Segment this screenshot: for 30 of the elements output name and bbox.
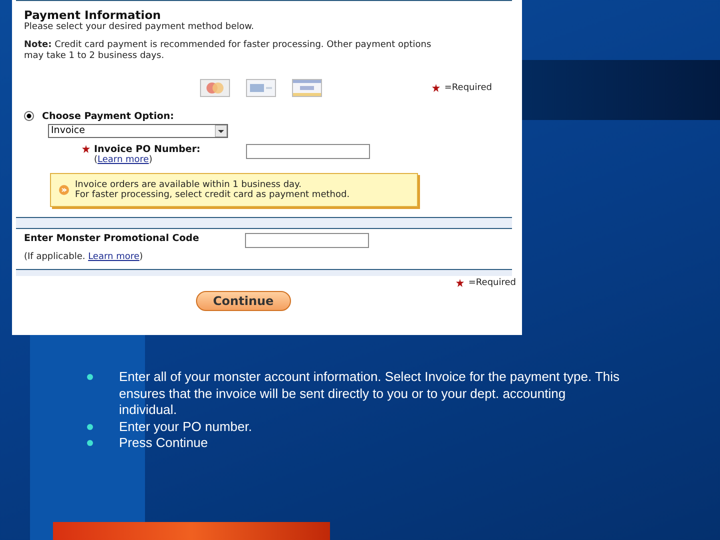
po-number-field[interactable] <box>246 144 370 158</box>
bullet-text: Enter all of your monster account information. Select Invoice for the payment type. This ensures that the invoice will be sent directly to you or to your dept. accounting individual. <box>119 369 621 418</box>
credit-card-icon <box>246 78 276 96</box>
dropdown-arrow-icon <box>215 124 227 136</box>
intro-text: Please select your desired payment method below. <box>24 22 256 32</box>
credit-card-icon <box>200 78 230 96</box>
bullet-text: Press Continue <box>119 435 208 452</box>
section-title: Payment Information <box>24 8 162 22</box>
learn-more-note: (Learn more) <box>94 154 154 164</box>
bullet-text: Enter your PO number. <box>119 418 252 435</box>
alert-text: For faster processing, select credit card as payment method. <box>75 190 350 200</box>
warning-icon <box>59 184 69 194</box>
credit-card-icon <box>292 78 322 96</box>
learn-more-link[interactable]: Learn more <box>88 252 140 262</box>
promo-code-label: Enter Monster Promotional Code <box>24 232 200 244</box>
note-text: Note: Credit card payment is recommended for faster processing. Other payment options may take 1 to 2 business days. <box>24 40 432 62</box>
alert-text: Invoice orders are available within 1 business day. <box>75 180 302 190</box>
payment-option-dropdown[interactable]: Invoice <box>48 124 228 138</box>
po-number-label: Invoice PO Number: <box>94 144 200 154</box>
required-icon <box>82 145 90 153</box>
promo-code-field[interactable] <box>245 232 369 248</box>
payment-option-label: Choose Payment Option: <box>42 110 174 122</box>
required-icon <box>456 278 464 286</box>
radio-button[interactable] <box>24 111 34 121</box>
continue-button[interactable]: Continue <box>196 290 291 310</box>
required-legend: =Required <box>468 278 516 288</box>
promo-hint: (If applicable. Learn more) <box>24 252 143 262</box>
required-legend: =Required <box>444 82 492 92</box>
learn-more-link[interactable]: Learn more <box>98 154 149 164</box>
required-icon <box>432 84 440 92</box>
